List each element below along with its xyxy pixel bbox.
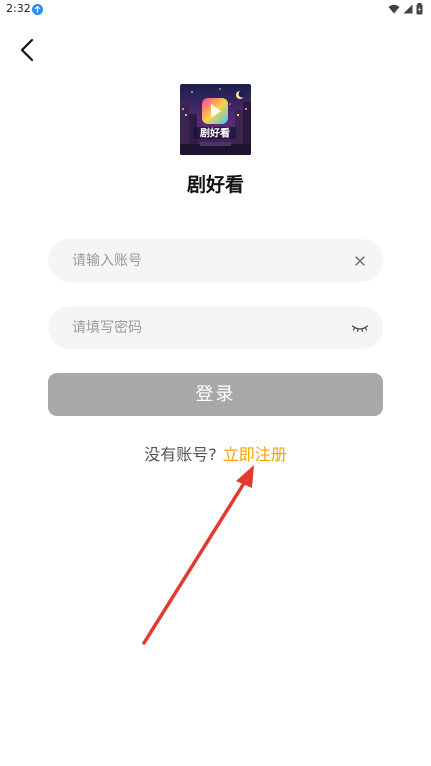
wifi-icon <box>388 4 400 14</box>
password-input[interactable] <box>72 306 342 349</box>
register-row: 没有账号? 立即注册 <box>0 441 431 465</box>
status-time: 2:32 <box>6 2 31 15</box>
no-account-text: 没有账号? <box>144 445 217 464</box>
signal-icon <box>403 4 413 14</box>
account-input[interactable] <box>72 239 342 282</box>
battery-icon <box>416 3 423 15</box>
password-toggle-button[interactable] <box>351 319 369 337</box>
back-chevron-icon <box>20 38 34 62</box>
app-name: 剧好看 <box>186 174 244 196</box>
clear-button[interactable] <box>351 252 369 270</box>
account-field <box>48 239 383 282</box>
back-button[interactable] <box>14 34 44 66</box>
status-indicators <box>388 3 423 15</box>
register-link[interactable]: 立即注册 <box>223 445 287 464</box>
app-logo: 剧好看 <box>180 84 251 155</box>
login-button[interactable]: 登录 <box>48 373 383 416</box>
notification-app-icon <box>32 4 43 15</box>
login-page: 2:32 剧好看 剧好看 请输入账号 登录 没有账号? 立即注册 <box>0 0 431 766</box>
clear-icon <box>355 256 365 266</box>
eye-closed-icon <box>351 325 369 333</box>
password-field <box>48 306 383 349</box>
logo-text: 剧好看 <box>200 127 230 140</box>
status-bar: 2:32 <box>0 0 431 20</box>
